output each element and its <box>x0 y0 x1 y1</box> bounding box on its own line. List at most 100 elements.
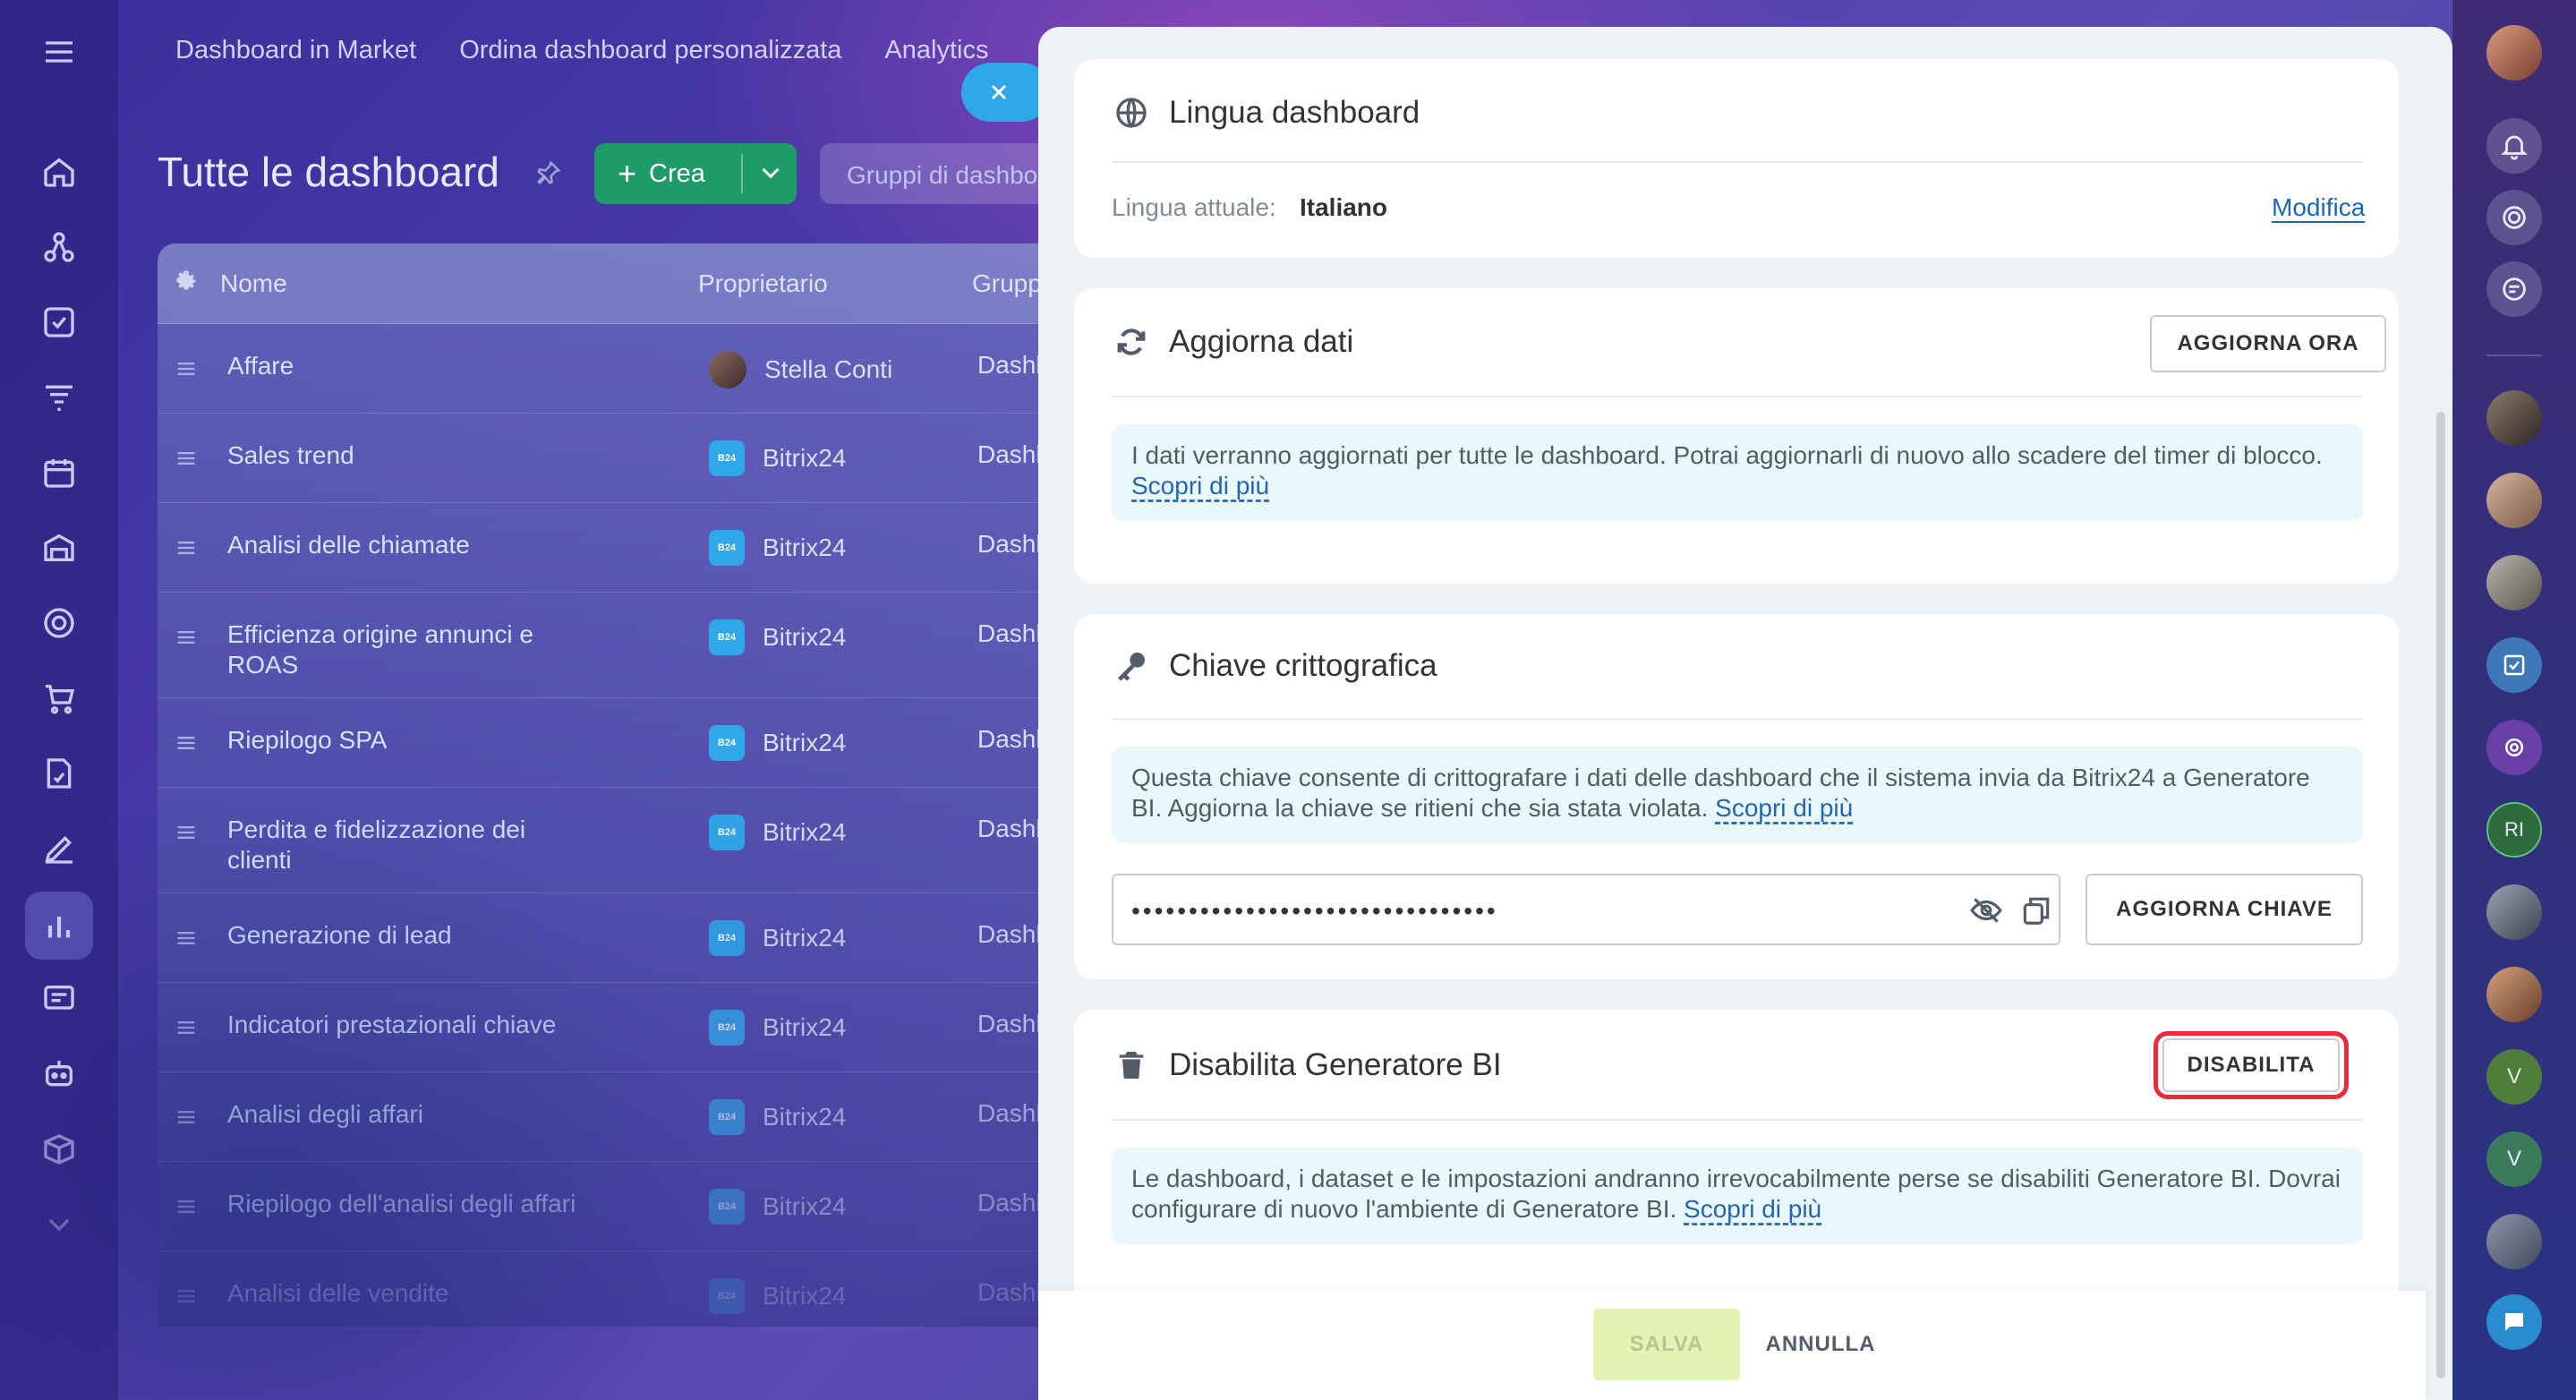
table-row[interactable]: Analisi delle vendite B24 Bitrix24 Dashb… <box>158 1251 1142 1327</box>
dashboard-groups-button[interactable]: Gruppi di dashboard <box>820 143 1053 204</box>
contact-initials-v[interactable]: V <box>2486 1131 2542 1187</box>
table-row[interactable]: Generazione di lead B24 Bitrix24 Dashboa… <box>158 893 1142 983</box>
table-row[interactable]: Indicatori prestazionali chiave B24 Bitr… <box>158 983 1142 1072</box>
table-row[interactable]: Affare Stella Conti Dashboard <box>158 324 1142 414</box>
table-row[interactable]: Riepilogo dell'analisi degli affari B24 … <box>158 1162 1142 1251</box>
bitrix24-logo-icon: B24 <box>709 920 745 956</box>
dashboard-name-link[interactable]: Efficienza origine annunci e ROAS <box>227 619 585 680</box>
owner-cell: B24 Bitrix24 <box>709 920 846 956</box>
cart-icon[interactable] <box>36 675 82 721</box>
contact-avatar[interactable] <box>2486 555 2542 610</box>
drag-handle-icon[interactable] <box>174 1105 199 1134</box>
crypto-key-field[interactable]: •••••••••••••••••••••••••••••••• <box>1112 874 2060 945</box>
nav-custom-order[interactable]: Ordina dashboard personalizzata <box>459 36 841 65</box>
analytics-icon[interactable] <box>25 892 93 960</box>
storage-icon[interactable] <box>36 525 82 571</box>
save-button[interactable]: SALVA <box>1593 1309 1740 1380</box>
current-language-value: Italiano <box>1300 193 1388 221</box>
pen-icon[interactable] <box>36 825 82 872</box>
table-row[interactable]: Sales trend B24 Bitrix24 Dashboard <box>158 414 1142 503</box>
group-chat-icon[interactable] <box>2486 720 2542 775</box>
crm-icon[interactable] <box>36 224 82 270</box>
funnel-icon[interactable] <box>36 374 82 421</box>
sign-icon[interactable] <box>36 750 82 797</box>
refresh-info: I dati verranno aggiornati per tutte le … <box>1112 424 2363 521</box>
update-key-button[interactable]: AGGIORNA CHIAVE <box>2086 874 2363 945</box>
drag-handle-icon[interactable] <box>174 820 199 849</box>
edit-language-link[interactable]: Modifica <box>2272 193 2365 222</box>
owner-cell: B24 Bitrix24 <box>709 1278 846 1314</box>
drag-handle-icon[interactable] <box>174 1015 199 1045</box>
gear-icon[interactable] <box>158 268 220 299</box>
contact-avatar[interactable] <box>2486 473 2542 528</box>
table-row[interactable]: Analisi degli affari B24 Bitrix24 Dashbo… <box>158 1072 1142 1162</box>
home-icon[interactable] <box>36 149 82 195</box>
user-avatar[interactable] <box>2486 25 2542 81</box>
dashboard-name-link[interactable]: Analisi delle chiamate <box>227 530 585 560</box>
table-row[interactable]: Perdita e fidelizzazione dei clienti B24… <box>158 788 1142 893</box>
drag-handle-icon[interactable] <box>174 1194 199 1224</box>
language-card: Lingua dashboard Lingua attuale: Italian… <box>1074 59 2399 258</box>
copilot-icon[interactable] <box>2486 190 2542 245</box>
copy-icon[interactable] <box>2019 893 2053 932</box>
slider-scrollbar[interactable] <box>2436 412 2445 1379</box>
chat-icon[interactable] <box>2486 1294 2542 1350</box>
cancel-button[interactable]: ANNULLA <box>1758 1309 1883 1380</box>
task-chat-icon[interactable] <box>2486 637 2542 693</box>
dashboard-name-link[interactable]: Sales trend <box>227 440 585 471</box>
crypto-key-info: Questa chiave consente di crittografare … <box>1112 747 2363 843</box>
disable-learn-more-link[interactable]: Scopri di più <box>1684 1195 1821 1223</box>
drag-handle-icon[interactable] <box>174 625 199 654</box>
drag-handle-icon[interactable] <box>174 730 199 760</box>
contact-initials-ri[interactable]: RI <box>2486 802 2542 858</box>
tasks-icon[interactable] <box>36 299 82 346</box>
dashboard-name-link[interactable]: Riepilogo dell'analisi degli affari <box>227 1189 585 1219</box>
refresh-learn-more-link[interactable]: Scopri di più <box>1131 472 1269 499</box>
search-chat-icon[interactable] <box>2486 261 2542 317</box>
dashboard-name-link[interactable]: Indicatori prestazionali chiave <box>227 1010 585 1040</box>
chevron-down-icon[interactable] <box>36 1201 82 1248</box>
create-button[interactable]: + Crea <box>594 143 797 204</box>
dashboard-name-link[interactable]: Perdita e fidelizzazione dei clienti <box>227 815 585 875</box>
contact-avatar[interactable] <box>2486 390 2542 446</box>
box-icon[interactable] <box>36 1126 82 1173</box>
bell-icon[interactable] <box>2486 118 2542 174</box>
contact-avatar[interactable] <box>2486 884 2542 940</box>
drag-handle-icon[interactable] <box>174 926 199 955</box>
pin-icon[interactable] <box>535 159 562 191</box>
crypto-learn-more-link[interactable]: Scopri di più <box>1715 794 1853 822</box>
drag-handle-icon[interactable] <box>174 446 199 475</box>
table-row[interactable]: Efficienza origine annunci e ROAS B24 Bi… <box>158 593 1142 698</box>
close-slider-button[interactable] <box>961 63 1051 122</box>
target-icon[interactable] <box>36 600 82 646</box>
refresh-now-button[interactable]: AGGIORNA ORA <box>2150 315 2386 372</box>
dashboard-name-link[interactable]: Generazione di lead <box>227 920 585 951</box>
dashboard-name-link[interactable]: Affare <box>227 351 585 381</box>
nav-market[interactable]: Dashboard in Market <box>175 36 416 65</box>
chevron-down-icon[interactable] <box>755 158 786 195</box>
owner-cell: B24 Bitrix24 <box>709 725 846 761</box>
owner-name: Bitrix24 <box>763 1013 847 1041</box>
table-row[interactable]: Riepilogo SPA B24 Bitrix24 Dashboard <box>158 698 1142 788</box>
drag-handle-icon[interactable] <box>174 356 199 386</box>
dashboard-name-link[interactable]: Analisi delle vendite <box>227 1278 585 1309</box>
menu-icon[interactable] <box>36 29 82 75</box>
reports-icon[interactable] <box>36 976 82 1022</box>
dashboard-name-link[interactable]: Analisi degli affari <box>227 1099 585 1130</box>
eye-off-icon[interactable] <box>1969 893 2003 932</box>
drag-handle-icon[interactable] <box>174 1284 199 1313</box>
contact-avatar[interactable] <box>2486 967 2542 1022</box>
header-owner[interactable]: Proprietario <box>698 269 972 298</box>
bitrix24-logo-icon: B24 <box>709 1010 745 1046</box>
contact-initials-v[interactable]: V <box>2486 1049 2542 1105</box>
nav-analytics[interactable]: Analytics <box>884 36 988 65</box>
drag-handle-icon[interactable] <box>174 535 199 565</box>
calendar-icon[interactable] <box>36 449 82 496</box>
slider-footer: SALVA ANNULLA <box>1038 1291 2426 1400</box>
dashboard-name-link[interactable]: Riepilogo SPA <box>227 725 585 755</box>
robot-icon[interactable] <box>36 1051 82 1097</box>
owner-cell: B24 Bitrix24 <box>709 1099 846 1135</box>
contact-avatar[interactable] <box>2486 1214 2542 1269</box>
header-name[interactable]: Nome <box>220 269 698 298</box>
table-row[interactable]: Analisi delle chiamate B24 Bitrix24 Dash… <box>158 503 1142 593</box>
